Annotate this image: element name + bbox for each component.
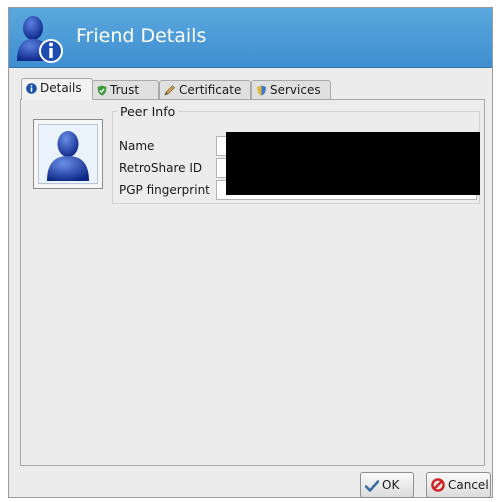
pen-icon [164, 85, 175, 96]
user-avatar-icon [47, 131, 89, 181]
ok-button[interactable]: OK [360, 472, 414, 498]
cancel-icon [431, 478, 445, 492]
avatar [33, 119, 103, 189]
tab-label: Certificate [179, 83, 242, 97]
shield-icon [97, 85, 107, 96]
peer-info-title: Peer Info [117, 104, 179, 119]
avatar-frame [38, 124, 98, 184]
dialog-title: Friend Details [76, 25, 207, 47]
friend-info-icon [17, 16, 63, 63]
ok-label: OK [382, 478, 400, 492]
tab-trust[interactable]: Trust [92, 80, 159, 99]
dialog-header: Friend Details [9, 8, 492, 68]
tab-label: Trust [110, 83, 140, 97]
cancel-button[interactable]: Cancel [426, 472, 491, 498]
dialog-window: Friend Details Details Trust Certificate [8, 7, 493, 498]
check-icon [365, 480, 379, 492]
tab-services[interactable]: Services [251, 80, 331, 99]
tab-details[interactable]: Details [21, 78, 93, 100]
pgp-fingerprint-label: PGP fingerprint [119, 183, 210, 197]
tab-label: Services [270, 83, 321, 97]
redaction-block [226, 132, 480, 195]
services-icon [257, 85, 266, 96]
name-label: Name [119, 139, 155, 153]
tab-label: Details [40, 81, 82, 95]
retroshare-id-label: RetroShare ID [119, 161, 203, 175]
details-panel: Peer Info Name RetroShare ID PGP fingerp… [20, 99, 485, 466]
info-icon [26, 83, 37, 94]
cancel-label: Cancel [448, 478, 489, 492]
tab-certificate[interactable]: Certificate [159, 80, 251, 99]
